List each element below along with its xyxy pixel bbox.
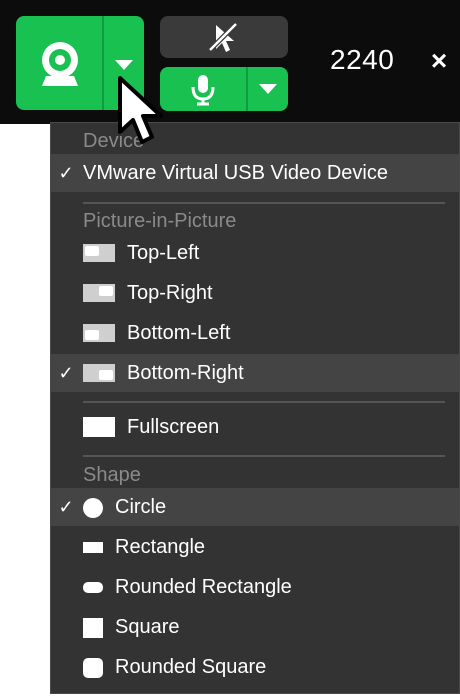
menu-item-square[interactable]: Square — [51, 608, 459, 646]
checkmark-icon: ✓ — [58, 363, 74, 383]
camera-options-menu: Device ✓ VMware Virtual USB Video Device… — [50, 122, 460, 694]
dimension-value[interactable]: 2240 — [330, 44, 394, 76]
rectangle-icon — [83, 542, 103, 553]
pip-section-header: Picture-in-Picture — [83, 210, 237, 232]
camera-toggle-button[interactable] — [16, 16, 102, 110]
menu-item-top-left[interactable]: Top-Left — [51, 234, 459, 272]
menu-divider — [83, 401, 445, 403]
shape-section-header: Shape — [83, 464, 141, 486]
pip-bottom-left-icon — [83, 324, 115, 342]
menu-item-label: Bottom-Right — [127, 362, 244, 384]
menu-item-rounded-rectangle[interactable]: Rounded Rectangle — [51, 568, 459, 606]
menu-item-label: Rounded Square — [115, 656, 267, 678]
chevron-down-icon — [115, 60, 133, 70]
microphone-icon — [191, 75, 215, 106]
pip-top-right-icon — [83, 284, 115, 302]
menu-item-top-right[interactable]: Top-Right — [51, 274, 459, 312]
menu-item-fullscreen[interactable]: Fullscreen — [51, 408, 459, 446]
menu-item-label: Top-Left — [127, 242, 200, 264]
menu-item-label: Rounded Rectangle — [115, 576, 292, 598]
menu-item-label: Top-Right — [127, 282, 213, 304]
menu-item-bottom-right[interactable]: ✓ Bottom-Right — [51, 354, 459, 392]
webcam-icon — [42, 42, 78, 86]
fullscreen-icon — [83, 417, 115, 437]
menu-divider — [83, 455, 445, 457]
microphone-toggle-button[interactable] — [160, 67, 246, 111]
menu-item-device[interactable]: ✓ VMware Virtual USB Video Device — [51, 154, 459, 192]
menu-item-label: Circle — [115, 496, 167, 518]
menu-item-label: Square — [115, 616, 180, 638]
cursor-toggle-button[interactable] — [160, 16, 288, 58]
rounded-square-icon — [83, 658, 103, 678]
menu-item-rounded-square[interactable]: Rounded Square — [51, 648, 459, 686]
rounded-rectangle-icon — [83, 582, 103, 593]
cursor-off-icon — [208, 22, 238, 52]
microphone-button-group — [160, 67, 288, 111]
chevron-down-icon — [259, 84, 277, 94]
checkmark-icon: ✓ — [58, 497, 74, 517]
menu-item-label: VMware Virtual USB Video Device — [83, 162, 388, 184]
close-icon[interactable]: × — [426, 46, 452, 76]
menu-item-label: Bottom-Left — [127, 322, 231, 344]
menu-divider — [83, 202, 445, 204]
menu-item-label: Fullscreen — [127, 416, 220, 438]
menu-item-circle[interactable]: ✓ Circle — [51, 488, 459, 526]
menu-item-bottom-left[interactable]: Bottom-Left — [51, 314, 459, 352]
pip-bottom-right-icon — [83, 364, 115, 382]
mouse-pointer-icon — [118, 76, 163, 144]
microphone-dropdown-button[interactable] — [248, 67, 288, 111]
menu-item-label: Rectangle — [115, 536, 206, 558]
pip-top-left-icon — [83, 244, 115, 262]
square-icon — [83, 618, 103, 638]
menu-item-rectangle[interactable]: Rectangle — [51, 528, 459, 566]
checkmark-icon: ✓ — [58, 163, 74, 183]
circle-icon — [83, 498, 103, 518]
recording-toolbar: 2240 × — [0, 0, 460, 124]
